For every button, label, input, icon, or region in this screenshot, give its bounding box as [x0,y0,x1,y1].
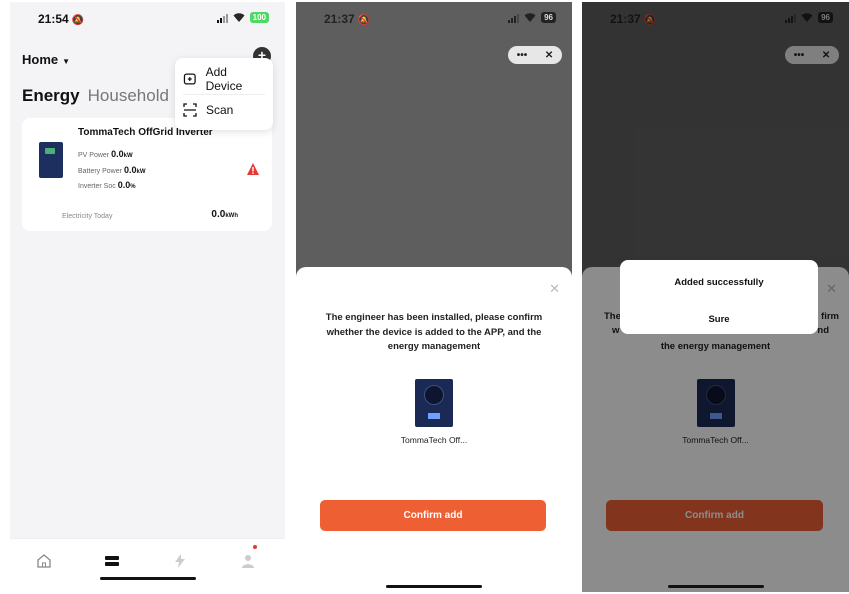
battery-indicator: 96 [541,12,556,23]
home-indicator [386,585,482,588]
scan-icon [183,102,197,117]
energy-icon[interactable] [172,553,188,569]
sure-button[interactable]: Sure [620,314,818,325]
success-dialog: Added successfully Sure [620,260,818,334]
wifi-icon [524,12,536,22]
phone-screen-success: 21:37 🔕 96 ••• ✕ ✕ The w firm nd the energ… [582,2,849,592]
warning-icon[interactable] [246,162,260,176]
close-icon[interactable]: ✕ [549,281,560,297]
home-indicator [667,585,764,588]
signal-icon [216,13,228,23]
bell-mute-icon: 🔕 [71,15,85,26]
status-bar: 21:54 🔕 100 [10,12,285,32]
menu-item-add-device[interactable]: Add Device [183,64,265,94]
battery-indicator: 100 [249,12,269,23]
confirm-sheet: ✕ The engineer has been installed, pleas… [296,267,572,592]
phone-screen-confirm: 21:37 🔕 96 ••• ✕ ✕ The engineer has been i… [296,2,572,592]
profile-icon[interactable] [240,553,256,569]
electricity-today-value: 0.0kWh [211,209,238,220]
pv-power-row: PV Power 0.0kW [78,149,133,159]
add-device-icon [183,73,196,85]
device-name: TommaTech Off... [400,435,468,445]
signal-icon [508,13,520,23]
status-bar: 21:37 🔕 96 [296,12,572,32]
miniprogram-capsule: ••• ✕ [508,46,562,64]
device-card[interactable]: TommaTech OffGrid Inverter PV Power 0.0kW… [22,118,272,231]
dialog-title: Added successfully [674,277,764,288]
status-time: 21:37 🔕 [324,12,371,26]
device-image [415,379,453,427]
menu-item-scan[interactable]: Scan [183,94,265,124]
more-icon[interactable]: ••• [517,50,528,61]
bell-mute-icon: 🔕 [357,15,371,26]
add-menu-popover: Add Device Scan [175,58,273,130]
notification-dot [253,545,257,549]
battery-power-row: Battery Power 0.0kW [78,165,146,175]
device-icon[interactable] [104,553,120,569]
home-icon[interactable] [36,553,52,569]
inverter-soc-row: Inverter Soc 0.0% [78,180,136,190]
phone-screen-home: 21:54 🔕 100 Home ▼ + Energy Household Tomm… [10,2,285,586]
close-icon[interactable]: ✕ [545,50,553,61]
tab-household[interactable]: Household [88,86,169,106]
caret-down-icon: ▼ [62,57,71,66]
status-time: 21:54 🔕 [38,12,85,26]
inverter-image [39,142,63,178]
confirm-add-button[interactable]: Confirm add [320,500,546,531]
home-indicator [99,577,196,580]
confirm-message: The engineer has been installed, please … [325,312,543,352]
wifi-icon [233,12,245,22]
home-selector[interactable]: Home ▼ [22,52,70,67]
bottom-tab-bar [10,538,285,586]
category-tabs: Energy Household [22,86,169,106]
tab-energy[interactable]: Energy [22,86,80,106]
electricity-today-label: Electricity Today [62,213,113,220]
